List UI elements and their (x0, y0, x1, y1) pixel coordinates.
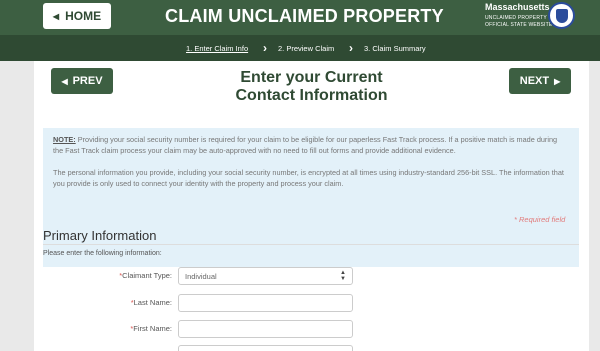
step-preview-claim: 2. Preview Claim (278, 44, 335, 53)
first-name-label-text: First Name: (133, 324, 172, 333)
notice-paragraph-1: NOTE: Providing your social security num… (53, 134, 569, 156)
next-field-partial[interactable] (178, 345, 353, 351)
logo-state-name: Massachusetts (485, 2, 550, 12)
section-title: Primary Information (43, 228, 157, 243)
form-instructions: Please enter the following information: (43, 250, 162, 257)
claimant-type-label: *Claimant Type: (92, 271, 172, 280)
chevron-right-icon: › (349, 41, 353, 55)
chevron-left-icon: ◀ (52, 11, 60, 21)
logo-tagline: OFFICIAL STATE WEBSITE (485, 22, 553, 28)
chevron-right-icon: › (263, 41, 267, 55)
next-button-label: NEXT (519, 75, 550, 87)
progress-steps: 1. Enter Claim Info › 2. Preview Claim ›… (0, 35, 600, 61)
main-content: ◀ PREV Enter your Current Contact Inform… (34, 61, 589, 351)
state-seal-icon (548, 2, 575, 29)
notice-text-1: Providing your social security number is… (53, 135, 558, 155)
prev-button[interactable]: ◀ PREV (51, 68, 113, 94)
next-button[interactable]: NEXT ▶ (509, 68, 571, 94)
logo-subtitle: UNCLAIMED PROPERTY (485, 15, 547, 21)
ssn-notice: NOTE: Providing your social security num… (43, 128, 579, 267)
prev-button-label: PREV (72, 75, 103, 87)
note-label: NOTE: (53, 135, 76, 144)
claimant-type-label-text: Claimant Type: (122, 271, 172, 280)
select-arrows-icon: ▲ ▼ (340, 270, 346, 282)
chevron-right-icon: ▶ (554, 76, 561, 86)
site-title: CLAIM UNCLAIMED PROPERTY (165, 6, 444, 26)
claimant-type-select[interactable]: Individual ▲ ▼ (178, 267, 353, 285)
required-field-note: * Required field (514, 215, 566, 224)
home-button-label: HOME (65, 9, 102, 23)
section-divider (43, 244, 579, 245)
chevron-left-icon: ◀ (61, 76, 68, 86)
page-title: Enter your Current Contact Information (184, 69, 439, 105)
notice-paragraph-2: The personal information you provide, in… (53, 168, 564, 188)
top-header: ◀ HOME CLAIM UNCLAIMED PROPERTY Massachu… (0, 0, 600, 35)
first-name-field[interactable] (178, 320, 353, 338)
massachusetts-logo[interactable]: Massachusetts UNCLAIMED PROPERTY OFFICIA… (485, 2, 575, 32)
page-title-line1: Enter your Current (240, 69, 383, 86)
claimant-type-value: Individual (185, 271, 217, 281)
last-name-label: *Last Name: (92, 298, 172, 307)
page-title-line2: Contact Information (235, 87, 388, 104)
step-enter-claim-info: 1. Enter Claim Info (186, 44, 249, 53)
last-name-field[interactable] (178, 294, 353, 312)
last-name-label-text: Last Name: (133, 298, 172, 307)
home-button[interactable]: ◀ HOME (43, 3, 111, 29)
first-name-label: *First Name: (92, 324, 172, 333)
step-claim-summary: 3. Claim Summary (364, 44, 426, 53)
